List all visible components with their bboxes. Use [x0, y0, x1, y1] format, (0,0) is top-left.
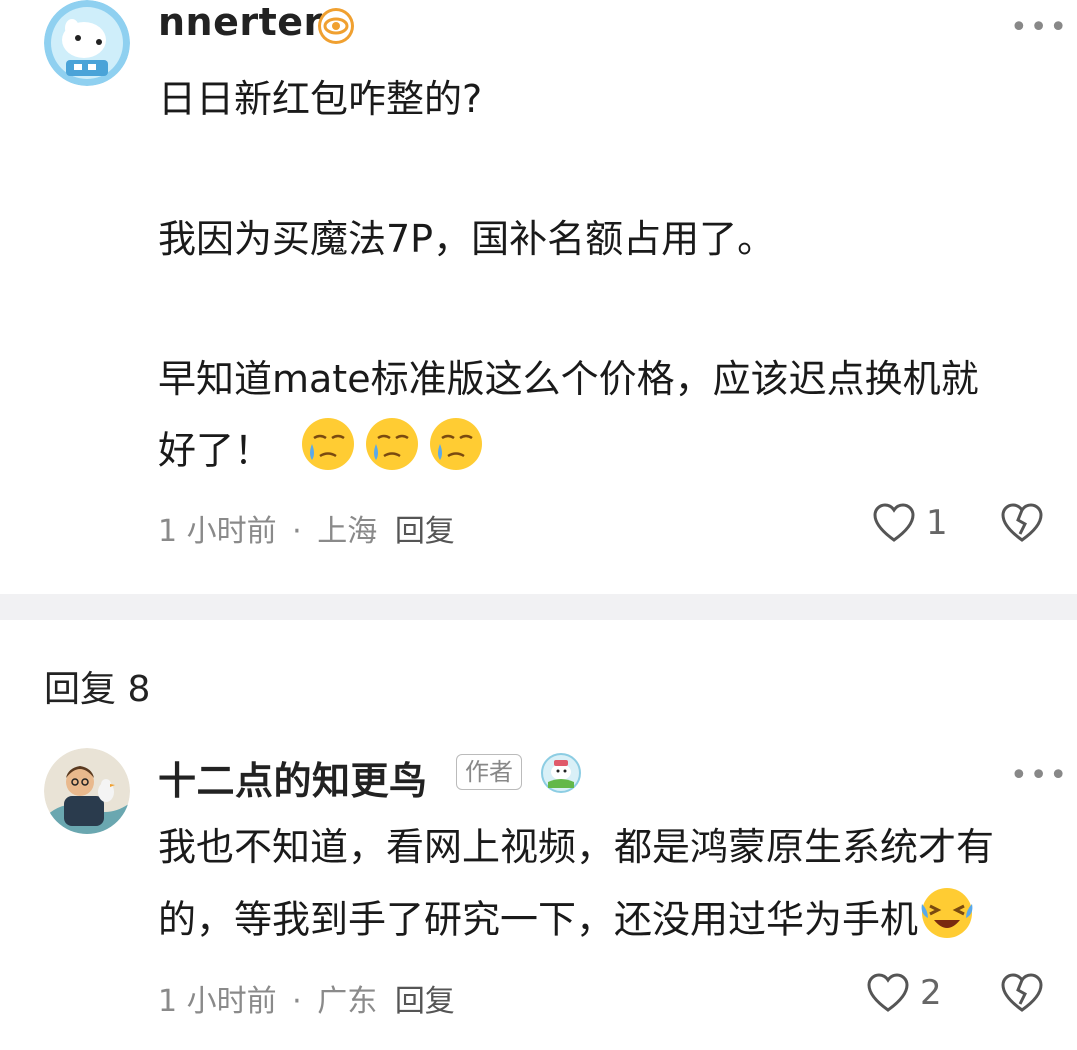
separator: ·: [292, 514, 302, 549]
section-divider: [0, 594, 1077, 620]
like-count: 2: [920, 973, 942, 1013]
comment-meta: 1 小时前 · 上海 回复: [158, 506, 455, 550]
comment-text: 的，等我到手了研究一下，还没用过华为手机: [158, 897, 919, 942]
heart-icon: [873, 503, 915, 542]
comment-text: 好了！: [158, 428, 273, 473]
reply-button[interactable]: 回复: [395, 514, 455, 549]
author-badge: 作者: [456, 754, 522, 790]
more-options-icon[interactable]: •••: [1010, 761, 1069, 791]
broken-heart-icon: [1001, 973, 1043, 1012]
reply-button[interactable]: 回复: [395, 984, 455, 1019]
username[interactable]: nnerter: [158, 0, 323, 44]
user-badge-icon: [540, 752, 582, 798]
eye-icon: [316, 6, 356, 50]
like-count: 1: [926, 503, 948, 543]
like-button[interactable]: 1: [872, 502, 948, 544]
comment-line: 日日新红包咋整的?: [158, 77, 483, 121]
location: 上海: [317, 514, 378, 549]
comment-meta: 1 小时前 · 广东 回复: [158, 976, 455, 1020]
timestamp: 1 小时前: [158, 984, 277, 1019]
laughing-crying-face-emoji: [918, 884, 976, 960]
crying-face-emoji: [298, 414, 358, 492]
username[interactable]: 十二点的知更鸟: [158, 750, 428, 805]
comment-line-last: 好了！: [158, 414, 486, 492]
separator: ·: [292, 984, 302, 1019]
comment-line: 我也不知道，看网上视频，都是鸿蒙原生系统才有: [158, 825, 995, 869]
comment-line-last: 的，等我到手了研究一下，还没用过华为手机: [158, 884, 976, 960]
location: 广东: [317, 984, 378, 1019]
replies-header: 回复 8: [44, 669, 151, 710]
dislike-button[interactable]: [1000, 502, 1044, 548]
broken-heart-icon: [1001, 503, 1043, 542]
dislike-button[interactable]: [1000, 972, 1044, 1018]
crying-face-emoji: [362, 414, 422, 492]
avatar[interactable]: [44, 0, 130, 86]
heart-icon: [867, 973, 909, 1012]
crying-face-emoji: [426, 414, 486, 492]
more-options-icon[interactable]: •••: [1010, 13, 1069, 43]
timestamp: 1 小时前: [158, 514, 277, 549]
avatar[interactable]: [44, 748, 130, 834]
comment-line: 我因为买魔法7P，国补名额占用了。: [158, 217, 776, 261]
comment-line: 早知道mate标准版这么个价格，应该迟点换机就: [158, 357, 979, 401]
like-button[interactable]: 2: [866, 972, 942, 1014]
